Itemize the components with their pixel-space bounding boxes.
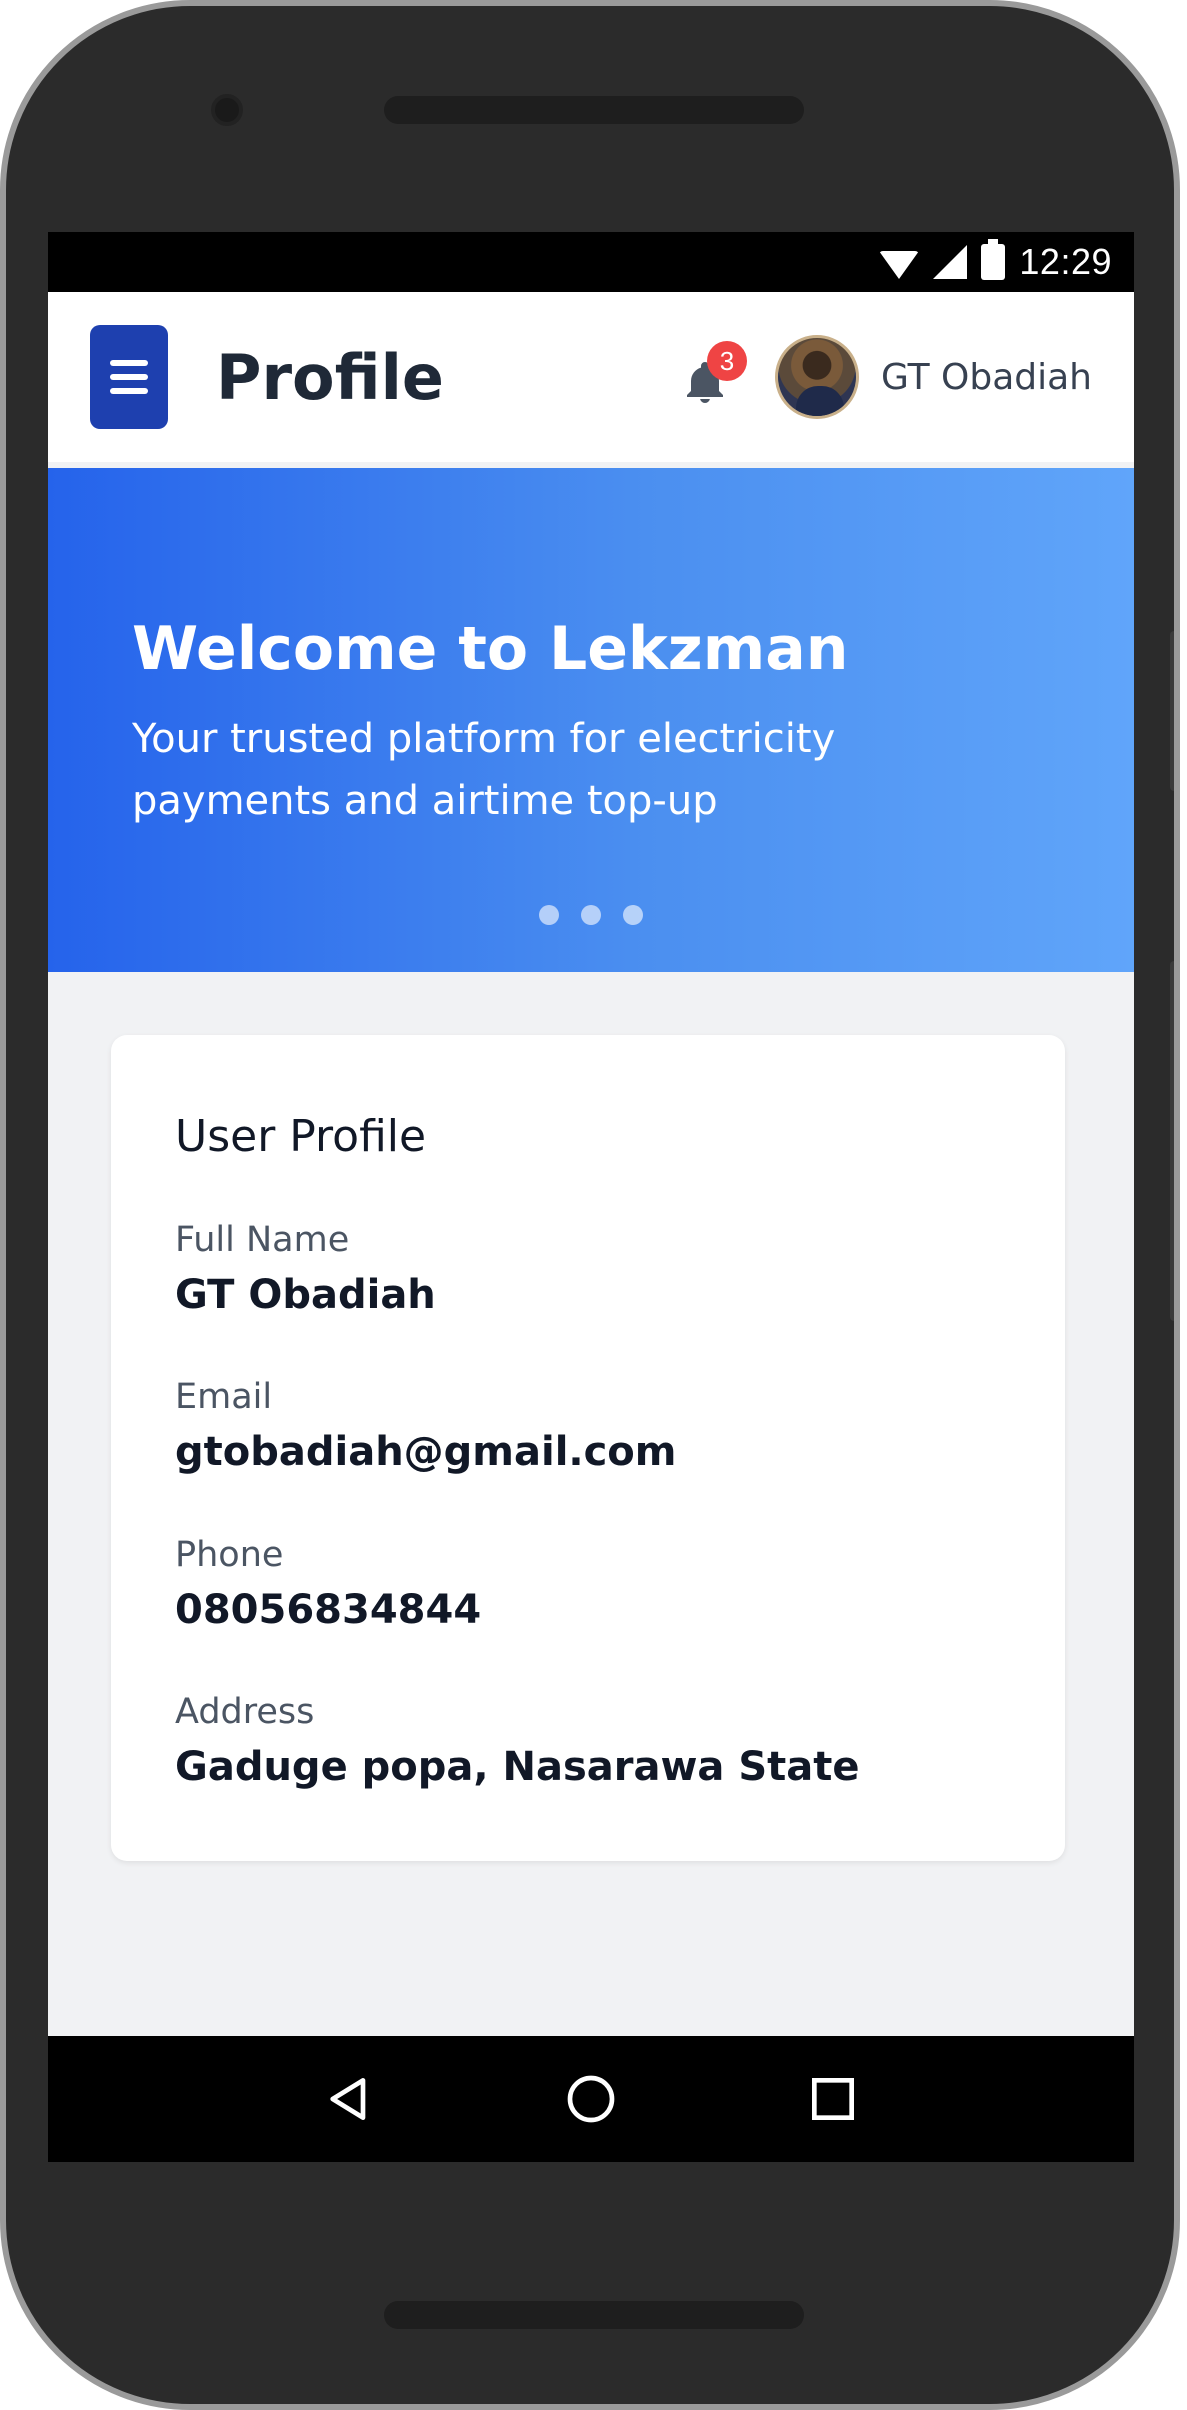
menu-button[interactable] <box>90 325 168 429</box>
home-icon <box>567 2075 615 2123</box>
profile-card-title: User Profile <box>175 1111 427 1162</box>
hamburger-menu-icon <box>110 360 148 366</box>
volume-button[interactable] <box>1170 961 1174 1321</box>
battery-icon <box>981 239 1006 280</box>
carousel-dot-1[interactable] <box>539 905 559 925</box>
app-header: Profile 3 GT Obadiah <box>48 292 1134 462</box>
field-value: gtobadiah@gmail.com <box>175 1429 677 1475</box>
field-label: Email <box>175 1377 273 1417</box>
field-phone: Phone 08056834844 <box>175 1535 481 1633</box>
hero-title: Welcome to Lekzman <box>132 614 849 684</box>
earpiece-speaker <box>384 96 804 124</box>
screen: 12:29 Profile 3 GT Obadiah Welcome to Le… <box>48 232 1134 2162</box>
notification-badge: 3 <box>706 341 747 381</box>
profile-card: User Profile Full Name GT Obadiah Email … <box>111 1035 1065 1861</box>
carousel-dot-2[interactable] <box>581 905 601 925</box>
wifi-icon <box>879 251 920 279</box>
status-time: 12:29 <box>1019 241 1112 282</box>
status-bar: 12:29 <box>48 232 1134 292</box>
field-value: GT Obadiah <box>175 1272 436 1318</box>
hamburger-line <box>110 388 148 394</box>
field-email: Email gtobadiah@gmail.com <box>175 1377 676 1475</box>
field-label: Address <box>175 1692 315 1732</box>
carousel-dots <box>48 905 1134 925</box>
home-button[interactable] <box>561 2069 621 2129</box>
phone-frame: 12:29 Profile 3 GT Obadiah Welcome to Le… <box>0 0 1180 2410</box>
field-label: Full Name <box>175 1220 350 1260</box>
hero-subtitle: Your trusted platform for electricity pa… <box>132 716 836 824</box>
field-value: Gaduge popa, Nasarawa State <box>175 1744 860 1790</box>
page-title: Profile <box>216 340 444 414</box>
recents-button[interactable] <box>803 2069 863 2129</box>
front-camera <box>211 94 243 126</box>
field-address: Address Gaduge popa, Nasarawa State <box>175 1692 860 1790</box>
bottom-speaker <box>384 2301 804 2329</box>
hero-banner: Welcome to Lekzman Your trusted platform… <box>48 468 1134 972</box>
field-label: Phone <box>175 1535 284 1575</box>
field-full-name: Full Name GT Obadiah <box>175 1220 436 1318</box>
header-user-name[interactable]: GT Obadiah <box>881 357 1092 398</box>
bell-icon <box>681 362 729 411</box>
back-button[interactable] <box>319 2069 379 2129</box>
system-nav-bar <box>48 2036 1134 2162</box>
hamburger-line <box>110 374 148 380</box>
recents-icon <box>812 2078 854 2120</box>
power-button[interactable] <box>1170 631 1174 791</box>
signal-icon <box>933 245 968 279</box>
avatar[interactable] <box>774 335 859 419</box>
back-icon <box>330 2078 366 2120</box>
carousel-dot-3[interactable] <box>623 905 643 925</box>
field-value: 08056834844 <box>175 1587 482 1633</box>
notifications-button[interactable]: 3 <box>681 341 747 407</box>
header-actions: 3 GT Obadiah <box>681 335 1092 419</box>
